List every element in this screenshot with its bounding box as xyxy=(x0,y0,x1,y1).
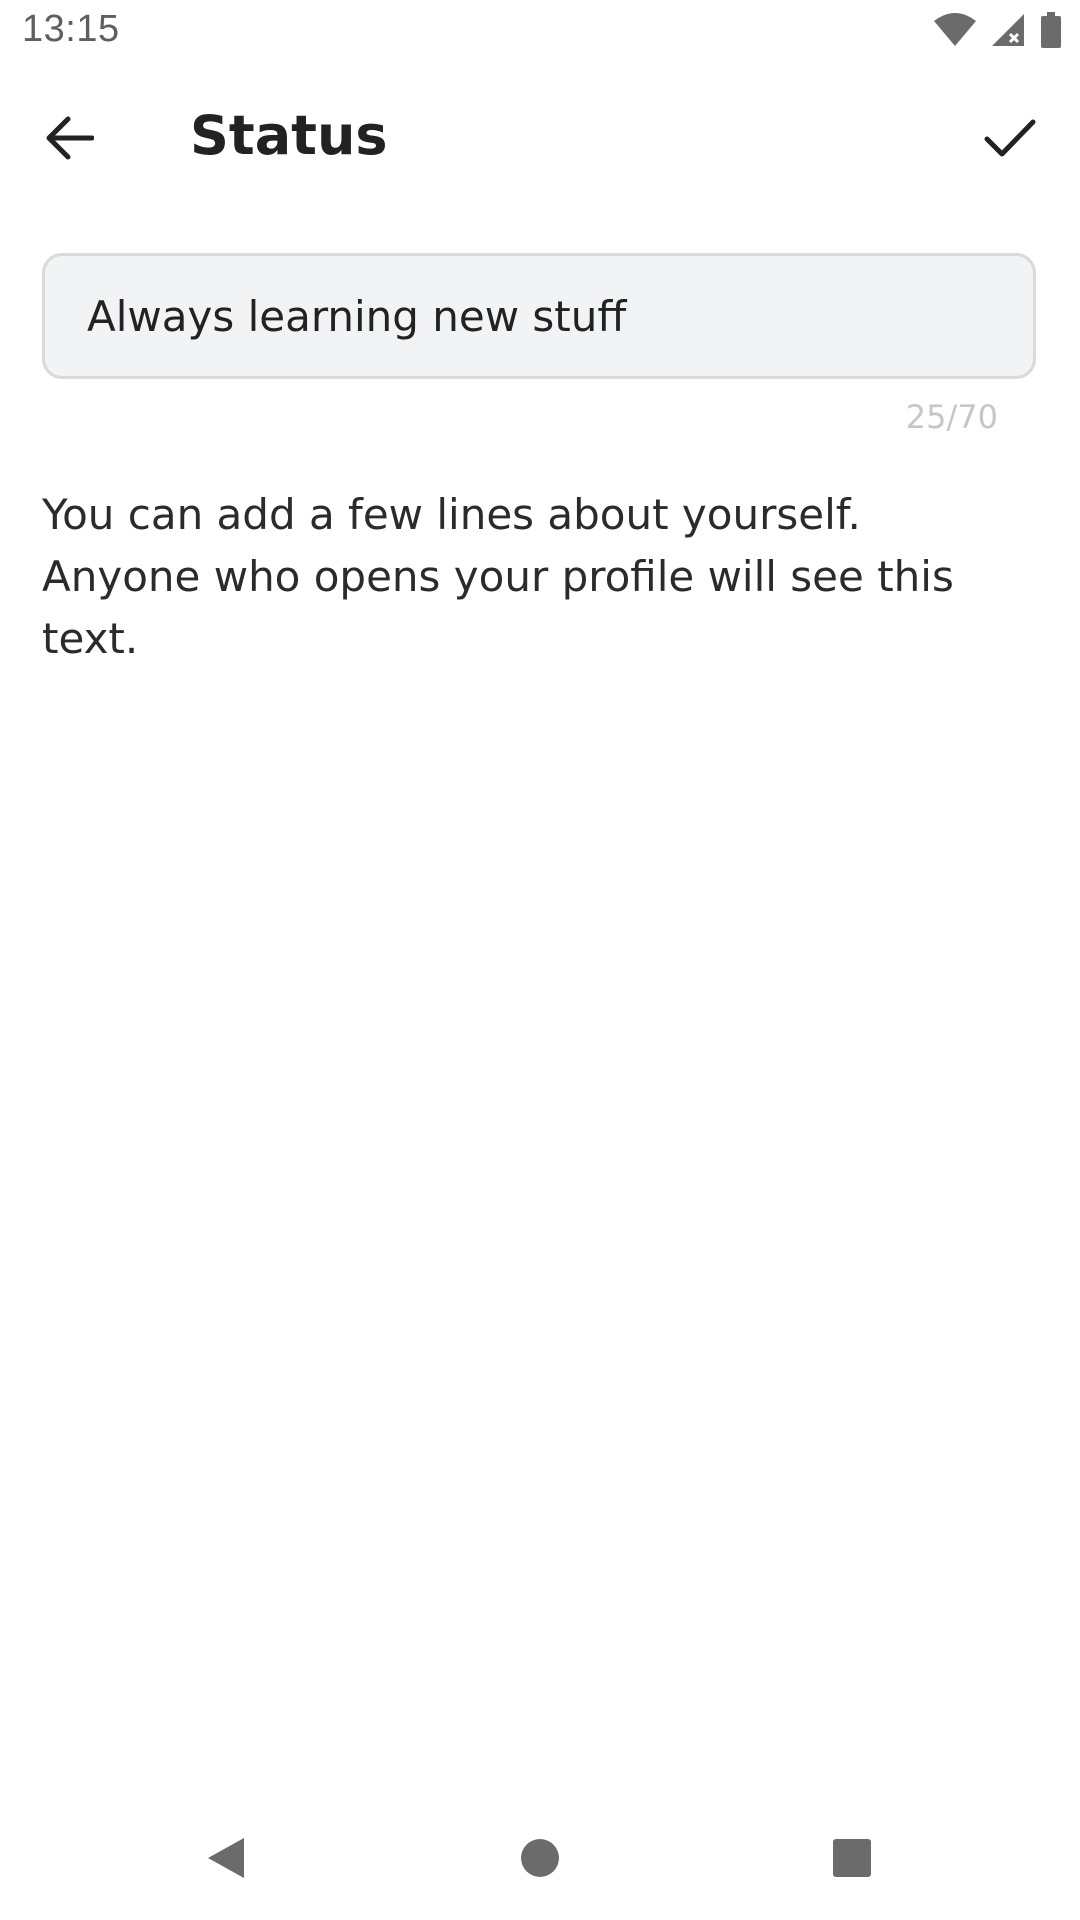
system-status-bar: 13:15 xyxy=(0,0,1080,66)
nav-back-button[interactable] xyxy=(186,1820,266,1900)
battery-icon xyxy=(1040,12,1062,52)
page-title: Status xyxy=(190,104,388,167)
wifi-icon xyxy=(934,13,976,51)
nav-recents-button[interactable] xyxy=(812,1820,892,1900)
app-bar: Status xyxy=(0,66,1080,210)
nav-recents-icon xyxy=(832,1838,872,1882)
check-icon xyxy=(984,118,1036,162)
status-input[interactable] xyxy=(85,290,989,342)
nav-home-button[interactable] xyxy=(500,1820,580,1900)
status-input-container[interactable] xyxy=(42,253,1036,379)
cellular-signal-icon xyxy=(990,12,1026,52)
status-time: 13:15 xyxy=(22,8,120,50)
character-counter: 25/70 xyxy=(905,398,998,436)
nav-back-icon xyxy=(204,1834,248,1886)
nav-home-icon xyxy=(519,1837,561,1883)
arrow-left-icon xyxy=(46,116,95,164)
status-icons xyxy=(934,12,1062,52)
confirm-button[interactable] xyxy=(970,100,1050,180)
helper-text: You can add a few lines about yourself. … xyxy=(42,490,954,663)
system-navigation-bar xyxy=(0,1790,1080,1920)
back-button[interactable] xyxy=(30,100,110,180)
status-edit-screen: 13:15 Status Always learning new stuff 2… xyxy=(0,0,1080,1920)
